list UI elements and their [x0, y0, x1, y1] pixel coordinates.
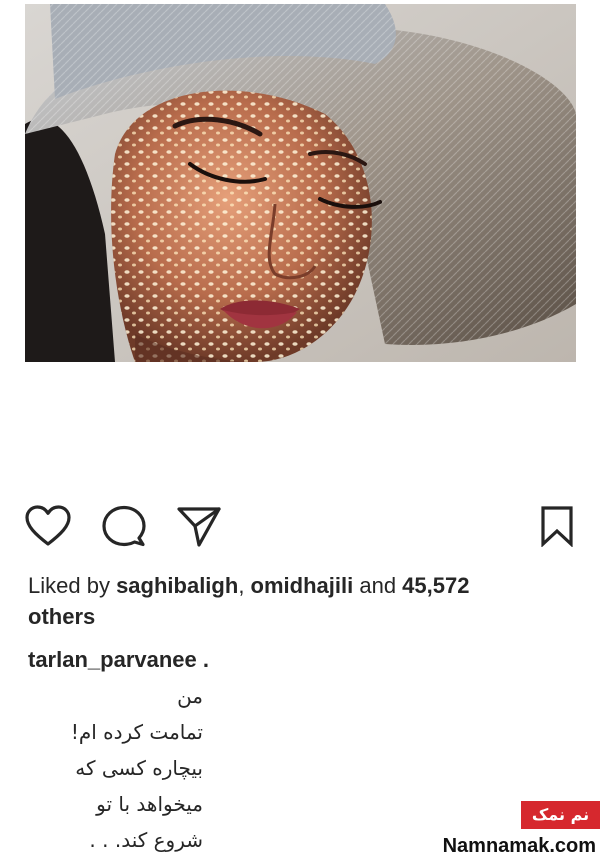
share-button[interactable] [175, 504, 223, 548]
liker-link[interactable]: saghibaligh [116, 573, 238, 598]
paper-plane-icon [177, 507, 221, 547]
caption-line: شروع کند. . . [89, 828, 203, 852]
post-photo-illustration [25, 4, 576, 362]
likes-summary: Liked by saghibaligh, omidhajili and 45,… [28, 570, 573, 632]
watermark-badge: نم نمک [521, 801, 600, 829]
post-image[interactable] [25, 4, 576, 362]
caption-text: من تمامت کرده ام! بیچاره کسی که میخواهد … [28, 678, 203, 858]
comment-icon [102, 505, 146, 547]
likes-prefix: Liked by [28, 573, 117, 598]
post-actions-bar [0, 500, 600, 550]
heart-icon [25, 505, 71, 546]
like-button[interactable] [24, 504, 72, 548]
likes-middle: and [353, 573, 403, 598]
caption-line: من [177, 684, 203, 708]
caption-line: تمامت کرده ام! [70, 720, 203, 744]
likes-count[interactable]: 45,572 [402, 573, 469, 598]
watermark-site: Namnamak.com [442, 835, 596, 857]
comment-button[interactable] [100, 504, 148, 548]
caption-line: میخواهد با تو [96, 792, 203, 816]
bookmark-icon [541, 506, 573, 547]
save-button[interactable] [533, 504, 581, 548]
caption-line: بیچاره کسی که [75, 756, 203, 780]
caption-username[interactable]: tarlan_parvanee . [28, 645, 209, 675]
likes-separator: , [238, 573, 251, 598]
liker-link[interactable]: omidhajili [251, 573, 354, 598]
likes-others[interactable]: others [28, 604, 95, 629]
